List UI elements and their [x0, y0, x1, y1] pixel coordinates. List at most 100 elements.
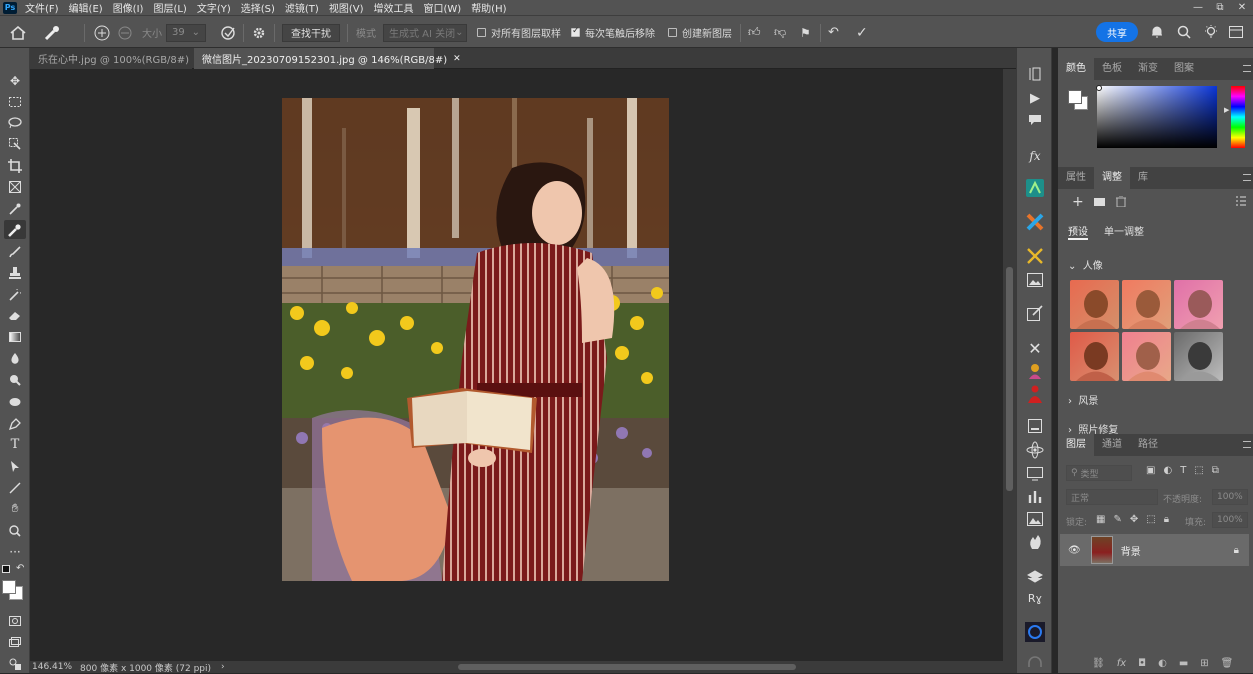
play-actions-icon[interactable]: ▶: [1024, 88, 1046, 108]
undo-icon[interactable]: ↶: [828, 16, 839, 49]
close-plugin-icon[interactable]: ✕: [1024, 338, 1046, 358]
history-brush-tool-icon[interactable]: [4, 285, 26, 304]
tools-plugin-icon[interactable]: [1024, 246, 1046, 266]
share-button[interactable]: 共享: [1096, 22, 1138, 42]
tab-color[interactable]: 颜色: [1058, 58, 1094, 80]
screen-mode-icon[interactable]: [4, 632, 26, 651]
trash-icon[interactable]: [1116, 195, 1126, 210]
circle-plugin-icon[interactable]: [1024, 622, 1046, 642]
eye-visibility-icon[interactable]: 👁︎: [1068, 545, 1081, 556]
home-icon[interactable]: [10, 16, 26, 49]
document-tab[interactable]: 乐在心中.jpg @ 100%(RGB/8#)✕: [30, 48, 203, 69]
brush-tool-icon[interactable]: [4, 242, 26, 261]
thumbs-up-icon[interactable]: 👍︎: [748, 16, 761, 49]
tab-libraries[interactable]: 库: [1130, 167, 1156, 189]
path-selection-tool-icon[interactable]: [4, 457, 26, 476]
menu-layer[interactable]: 图层(L): [153, 0, 186, 15]
zoom-level[interactable]: 146.41%: [32, 662, 72, 672]
ai-plugin-icon[interactable]: [1024, 178, 1046, 198]
menu-image[interactable]: 图像(I): [113, 0, 144, 15]
foreground-swatch[interactable]: [1068, 90, 1082, 104]
document-tab-active[interactable]: 微信图片_20230709152301.jpg @ 146%(RGB/8#) ✕: [194, 48, 461, 69]
layer-filter-select[interactable]: ⚲ 类型: [1066, 465, 1132, 481]
vertical-scroll-thumb[interactable]: [1006, 267, 1013, 491]
object-selection-tool-icon[interactable]: [4, 134, 26, 153]
blend-mode-select[interactable]: 正常: [1066, 489, 1158, 505]
hand-tool-icon[interactable]: ✋︎: [4, 499, 26, 518]
tab-patterns[interactable]: 图案: [1166, 58, 1202, 80]
portrait-preset-thumbnail[interactable]: [1174, 332, 1223, 381]
close-icon[interactable]: ✕: [453, 54, 461, 64]
subtab-presets[interactable]: 预设: [1068, 223, 1088, 238]
color-picker-handle[interactable]: [1096, 85, 1102, 91]
blur-tool-icon[interactable]: [4, 349, 26, 368]
type-filter-icon[interactable]: T: [1180, 465, 1186, 476]
portrait-preset-thumbnail[interactable]: [1070, 332, 1119, 381]
swap-colors-icon[interactable]: ↶: [16, 563, 24, 574]
opacity-input[interactable]: 100%: [1212, 489, 1248, 505]
zoom-tool-icon[interactable]: [4, 521, 26, 540]
add-icon[interactable]: +: [1072, 194, 1084, 210]
foreground-color-swatch[interactable]: [2, 580, 16, 594]
tab-channels[interactable]: 通道: [1094, 434, 1130, 456]
line-tool-icon[interactable]: [4, 478, 26, 497]
fx-styles-icon[interactable]: fx: [1024, 146, 1046, 166]
brush-size-input[interactable]: 39 ⌄: [166, 23, 206, 42]
portrait-section[interactable]: ⌄ 人像: [1068, 257, 1103, 272]
quick-mask-icon[interactable]: [4, 611, 26, 630]
tab-gradients[interactable]: 渐变: [1130, 58, 1166, 80]
menu-select[interactable]: 选择(S): [241, 0, 275, 15]
pixel-filter-icon[interactable]: ▣: [1146, 465, 1155, 476]
bell-icon[interactable]: [1150, 15, 1164, 48]
brush-settings-icon[interactable]: [1024, 486, 1046, 506]
stamp-tool-icon[interactable]: [4, 263, 26, 282]
lock-all-icon[interactable]: 🔒︎: [1164, 514, 1169, 525]
menu-edit[interactable]: 编辑(E): [69, 0, 103, 15]
gradient-tool-icon[interactable]: [4, 327, 26, 346]
pressure-size-icon[interactable]: [220, 16, 236, 49]
history-panel-icon[interactable]: [1024, 64, 1046, 84]
menu-type[interactable]: 文字(Y): [197, 0, 231, 15]
eraser-tool-icon[interactable]: [4, 306, 26, 325]
type-tool-icon[interactable]: T: [4, 435, 26, 454]
document-image[interactable]: [282, 98, 669, 581]
add-mask-icon[interactable]: ◘: [1138, 658, 1146, 669]
horizontal-scroll-thumb[interactable]: [458, 664, 796, 670]
layers-stack-icon[interactable]: [1024, 566, 1046, 586]
panel-menu-icon[interactable]: [1243, 174, 1251, 181]
x-plugin-icon[interactable]: [1024, 212, 1046, 232]
lock-artboard-icon[interactable]: ⬚: [1146, 514, 1155, 525]
comment-icon[interactable]: [1024, 110, 1046, 130]
trash-icon[interactable]: 🗑︎: [1221, 658, 1234, 669]
dodge-tool-icon[interactable]: [4, 370, 26, 389]
new-layer-checkbox[interactable]: 创建新图层: [668, 16, 732, 49]
layer-name[interactable]: 背景: [1121, 543, 1141, 558]
lock-position-icon[interactable]: ✥: [1130, 514, 1138, 525]
fill-input[interactable]: 100%: [1212, 512, 1248, 528]
flag-icon[interactable]: ⚑: [800, 16, 811, 49]
menu-file[interactable]: 文件(F): [25, 0, 59, 15]
gear-icon[interactable]: [252, 16, 266, 49]
hue-slider-arrow-icon[interactable]: ▶: [1224, 106, 1229, 114]
headphones-icon[interactable]: [1024, 652, 1046, 672]
color-picker-field[interactable]: [1097, 86, 1217, 148]
move-tool-icon[interactable]: ✥: [4, 71, 26, 90]
sample-all-layers-checkbox[interactable]: 对所有图层取样: [477, 16, 561, 49]
picture-panel-icon[interactable]: [1024, 509, 1046, 529]
vertical-scrollbar[interactable]: [1003, 69, 1016, 661]
panel-menu-icon[interactable]: [1243, 65, 1251, 72]
lasso-tool-icon[interactable]: [4, 113, 26, 132]
more-tools-icon[interactable]: ···: [4, 542, 26, 561]
default-colors-icon[interactable]: [2, 565, 10, 573]
search-icon[interactable]: [1177, 15, 1191, 48]
portrait-preset-thumbnail[interactable]: [1174, 280, 1223, 329]
subtab-single-adjustment[interactable]: 单一调整: [1104, 223, 1144, 238]
menu-help[interactable]: 帮助(H): [471, 0, 506, 15]
remove-tool-icon[interactable]: [4, 220, 26, 239]
edit-plugin-icon[interactable]: [1024, 303, 1046, 323]
minimize-button[interactable]: —: [1187, 0, 1209, 15]
eyedropper-tool-icon[interactable]: [4, 199, 26, 218]
atom-panel-icon[interactable]: [1024, 440, 1046, 460]
character-plugin-icon[interactable]: [1024, 361, 1046, 381]
canvas-area[interactable]: [30, 69, 1003, 661]
